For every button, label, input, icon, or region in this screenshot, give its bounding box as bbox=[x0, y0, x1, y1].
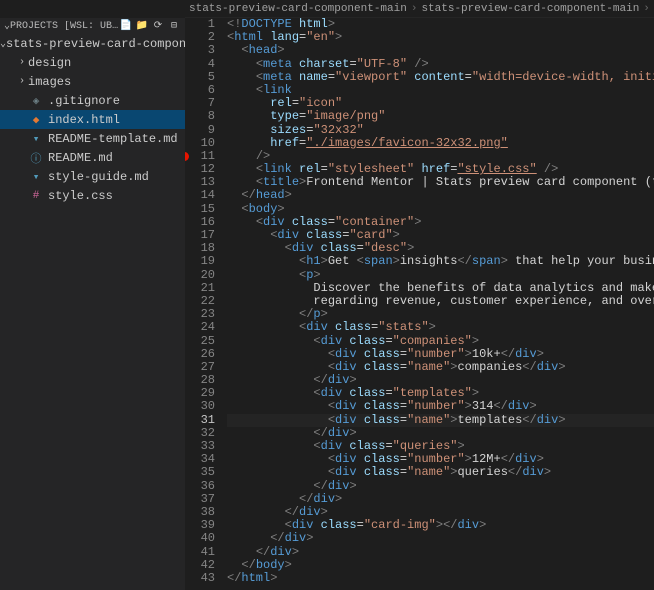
breadcrumb[interactable]: stats-preview-card-component-main › stat… bbox=[185, 0, 654, 18]
line-number[interactable]: 20 bbox=[185, 269, 215, 282]
tree-label: README-template.md bbox=[48, 132, 178, 146]
tree-label: style.css bbox=[48, 189, 113, 203]
tree-file-style-guide[interactable]: ▾ style-guide.md bbox=[0, 167, 185, 186]
line-number[interactable]: 25 bbox=[185, 335, 215, 348]
line-number[interactable]: 4 bbox=[185, 58, 215, 71]
line-number[interactable]: 24 bbox=[185, 321, 215, 334]
code-line[interactable]: </body> bbox=[227, 559, 654, 572]
explorer-title: PROJECTS [WSL: UBUNT… bbox=[10, 21, 119, 32]
line-number[interactable]: 8 bbox=[185, 110, 215, 123]
line-number[interactable]: 30 bbox=[185, 400, 215, 413]
line-number[interactable]: 36 bbox=[185, 480, 215, 493]
tree-label: README.md bbox=[48, 151, 113, 165]
tree-label: .gitignore bbox=[48, 94, 120, 108]
explorer-header[interactable]: ⌄ PROJECTS [WSL: UBUNT… 📄 📁 ⟳ ⊟ bbox=[0, 18, 185, 34]
code-line[interactable]: <div class="name">templates</div> bbox=[227, 414, 654, 427]
tree-file-index[interactable]: ◆ index.html bbox=[0, 110, 185, 129]
chevron-right-icon: › bbox=[16, 76, 28, 87]
markdown-icon: ▾ bbox=[28, 132, 44, 146]
code-line[interactable]: <div class="name">queries</div> bbox=[227, 466, 654, 479]
line-number[interactable]: 41 bbox=[185, 546, 215, 559]
line-number[interactable]: 37 bbox=[185, 493, 215, 506]
line-number[interactable]: 15 bbox=[185, 203, 215, 216]
code-line[interactable]: <h1>Get <span>insights</span> that help … bbox=[227, 255, 654, 268]
code-line[interactable]: </html> bbox=[227, 572, 654, 585]
code-line[interactable]: href="./images/favicon-32x32.png" bbox=[227, 137, 654, 150]
line-number[interactable]: 14 bbox=[185, 189, 215, 202]
line-number[interactable]: 35 bbox=[185, 466, 215, 479]
code-line[interactable]: <html lang="en"> bbox=[227, 31, 654, 44]
markdown-icon: ▾ bbox=[28, 170, 44, 184]
line-number[interactable]: 5 bbox=[185, 71, 215, 84]
tree-label: design bbox=[28, 56, 71, 70]
new-folder-icon[interactable]: 📁 bbox=[135, 20, 149, 32]
tree-label: index.html bbox=[48, 113, 120, 127]
line-number[interactable]: 26 bbox=[185, 348, 215, 361]
breadcrumb-sep: › bbox=[643, 3, 650, 15]
html-file-icon: ◆ bbox=[28, 113, 44, 127]
tree-label: stats-preview-card-component-main… bbox=[6, 37, 185, 51]
breakpoint-icon[interactable] bbox=[185, 152, 189, 161]
line-number[interactable]: 21 bbox=[185, 282, 215, 295]
refresh-icon[interactable]: ⟳ bbox=[151, 20, 165, 32]
line-number[interactable]: 19 bbox=[185, 255, 215, 268]
breadcrumb-seg[interactable]: stats-preview-card-component-main bbox=[421, 3, 639, 15]
info-icon: ⓘ bbox=[28, 150, 44, 166]
tree-label: style-guide.md bbox=[48, 170, 149, 184]
line-number-gutter[interactable]: 1234567891011121314151617181920212223242… bbox=[185, 18, 227, 590]
line-number[interactable]: 42 bbox=[185, 559, 215, 572]
line-number[interactable]: 43 bbox=[185, 572, 215, 585]
chevron-right-icon: › bbox=[16, 57, 28, 68]
line-number[interactable]: 9 bbox=[185, 124, 215, 137]
css-icon: # bbox=[28, 190, 44, 202]
tree-folder-design[interactable]: › design bbox=[0, 53, 185, 72]
line-number[interactable]: 40 bbox=[185, 532, 215, 545]
code-line[interactable]: </div> bbox=[227, 480, 654, 493]
tree-file-gitignore[interactable]: ◈ .gitignore bbox=[0, 91, 185, 110]
line-number[interactable]: 3 bbox=[185, 44, 215, 57]
tree-folder-root[interactable]: ⌄ stats-preview-card-component-main… bbox=[0, 34, 185, 53]
new-file-icon[interactable]: 📄 bbox=[119, 20, 133, 32]
code-line[interactable]: </head> bbox=[227, 189, 654, 202]
line-number[interactable]: 31 bbox=[185, 414, 215, 427]
line-number[interactable]: 10 bbox=[185, 137, 215, 150]
tree-folder-images[interactable]: › images bbox=[0, 72, 185, 91]
tree-file-readme-template[interactable]: ▾ README-template.md bbox=[0, 129, 185, 148]
breadcrumb-sep: › bbox=[411, 3, 418, 15]
explorer-sidebar[interactable]: ⌄ PROJECTS [WSL: UBUNT… 📄 📁 ⟳ ⊟ ⌄ stats-… bbox=[0, 18, 185, 590]
collapse-icon[interactable]: ⊟ bbox=[167, 20, 181, 32]
tree-file-readme[interactable]: ⓘ README.md bbox=[0, 148, 185, 167]
tree-file-style-css[interactable]: # style.css bbox=[0, 186, 185, 205]
breadcrumb-seg[interactable]: stats-preview-card-component-main bbox=[189, 3, 407, 15]
tree-label: images bbox=[28, 75, 71, 89]
code-editor[interactable]: 1234567891011121314151617181920212223242… bbox=[185, 18, 654, 590]
code-area[interactable]: <!DOCTYPE html><html lang="en"> <head> <… bbox=[227, 18, 654, 590]
gitignore-icon: ◈ bbox=[28, 94, 44, 108]
